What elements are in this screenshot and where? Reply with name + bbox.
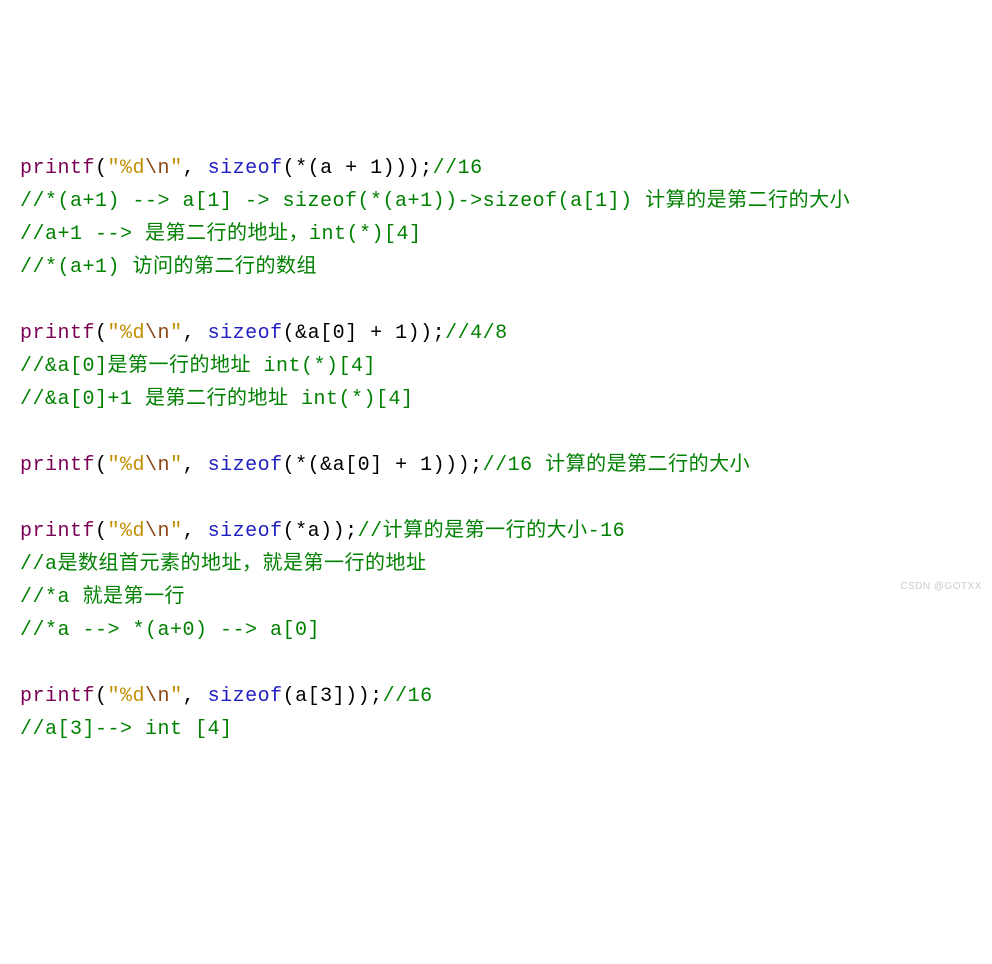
code-segment: //*(a+1) --> a[1] -> sizeof(*(a+1))->siz… (20, 190, 850, 213)
code-segment: " (170, 454, 183, 477)
code-line: //a是数组首元素的地址，就是第一行的地址 (20, 548, 972, 581)
code-segment: (&a[0] + 1)); (283, 322, 446, 345)
code-segment: (a[3])); (283, 685, 383, 708)
code-line: printf("%d\n", sizeof(*(&a[0] + 1)));//1… (20, 449, 972, 482)
code-segment: //*a --> *(a+0) --> a[0] (20, 619, 320, 642)
code-line: //&a[0]+1 是第二行的地址 int(*)[4] (20, 383, 972, 416)
code-segment: , (183, 520, 208, 543)
code-segment: //4/8 (445, 322, 508, 345)
code-line: //&a[0]是第一行的地址 int(*)[4] (20, 350, 972, 383)
code-segment: "%d (108, 157, 146, 180)
code-segment: //计算的是第一行的大小-16 (358, 520, 626, 543)
code-line (20, 482, 972, 515)
code-segment: , (183, 685, 208, 708)
code-segment: //a是数组首元素的地址，就是第一行的地址 (20, 553, 427, 576)
code-segment (20, 421, 33, 444)
code-line: printf("%d\n", sizeof(*(a + 1)));//16 (20, 152, 972, 185)
code-line (20, 647, 972, 680)
code-line: //*(a+1) 访问的第二行的数组 (20, 251, 972, 284)
code-segment: (*a)); (283, 520, 358, 543)
code-segment: "%d (108, 454, 146, 477)
code-segment: sizeof (208, 322, 283, 345)
code-segment: ( (95, 322, 108, 345)
code-segment: printf (20, 454, 95, 477)
code-segment: , (183, 454, 208, 477)
code-segment: " (170, 520, 183, 543)
code-line: //a+1 --> 是第二行的地址，int(*)[4] (20, 218, 972, 251)
code-segment: ( (95, 520, 108, 543)
code-line: printf("%d\n", sizeof(*a));//计算的是第一行的大小-… (20, 515, 972, 548)
code-segment: sizeof (208, 520, 283, 543)
code-segment: ( (95, 685, 108, 708)
watermark: CSDN @GOTXX (900, 579, 982, 596)
code-segment: //16 (433, 157, 483, 180)
code-segment: (*(&a[0] + 1))); (283, 454, 483, 477)
code-segment: "%d (108, 520, 146, 543)
code-segment: ( (95, 454, 108, 477)
code-line: //*a --> *(a+0) --> a[0] (20, 614, 972, 647)
code-segment: //&a[0]+1 是第二行的地址 int(*)[4] (20, 388, 414, 411)
code-segment: \n (145, 157, 170, 180)
code-segment: " (170, 685, 183, 708)
code-line (20, 284, 972, 317)
code-segment: \n (145, 322, 170, 345)
code-segment: //a+1 --> 是第二行的地址，int(*)[4] (20, 223, 422, 246)
code-line: //*a 就是第一行 (20, 581, 972, 614)
code-segment: , (183, 322, 208, 345)
code-segment: //a[3]--> int [4] (20, 718, 233, 741)
code-segment: printf (20, 157, 95, 180)
code-line (20, 416, 972, 449)
code-segment: "%d (108, 685, 146, 708)
code-segment: " (170, 157, 183, 180)
code-line: //*(a+1) --> a[1] -> sizeof(*(a+1))->siz… (20, 185, 972, 218)
code-segment: printf (20, 520, 95, 543)
code-line: //a[3]--> int [4] (20, 713, 972, 746)
code-segment: sizeof (208, 157, 283, 180)
code-line: printf("%d\n", sizeof(&a[0] + 1));//4/8 (20, 317, 972, 350)
code-segment: " (170, 322, 183, 345)
code-segment: \n (145, 454, 170, 477)
code-segment: \n (145, 520, 170, 543)
code-block: printf("%d\n", sizeof(*(a + 1)));//16//*… (20, 152, 972, 746)
code-segment: "%d (108, 322, 146, 345)
code-segment (20, 289, 33, 312)
code-segment: \n (145, 685, 170, 708)
code-segment: sizeof (208, 685, 283, 708)
code-segment (20, 487, 33, 510)
code-segment: sizeof (208, 454, 283, 477)
code-segment (20, 652, 33, 675)
code-segment: //*(a+1) 访问的第二行的数组 (20, 256, 317, 279)
code-segment: //&a[0]是第一行的地址 int(*)[4] (20, 355, 376, 378)
code-segment: printf (20, 322, 95, 345)
code-segment: printf (20, 685, 95, 708)
code-segment: , (183, 157, 208, 180)
code-line: printf("%d\n", sizeof(a[3]));//16 (20, 680, 972, 713)
code-segment: //16 (383, 685, 433, 708)
code-segment: ( (95, 157, 108, 180)
code-segment: //*a 就是第一行 (20, 586, 185, 609)
code-segment: (*(a + 1))); (283, 157, 433, 180)
code-segment: //16 计算的是第二行的大小 (483, 454, 751, 477)
